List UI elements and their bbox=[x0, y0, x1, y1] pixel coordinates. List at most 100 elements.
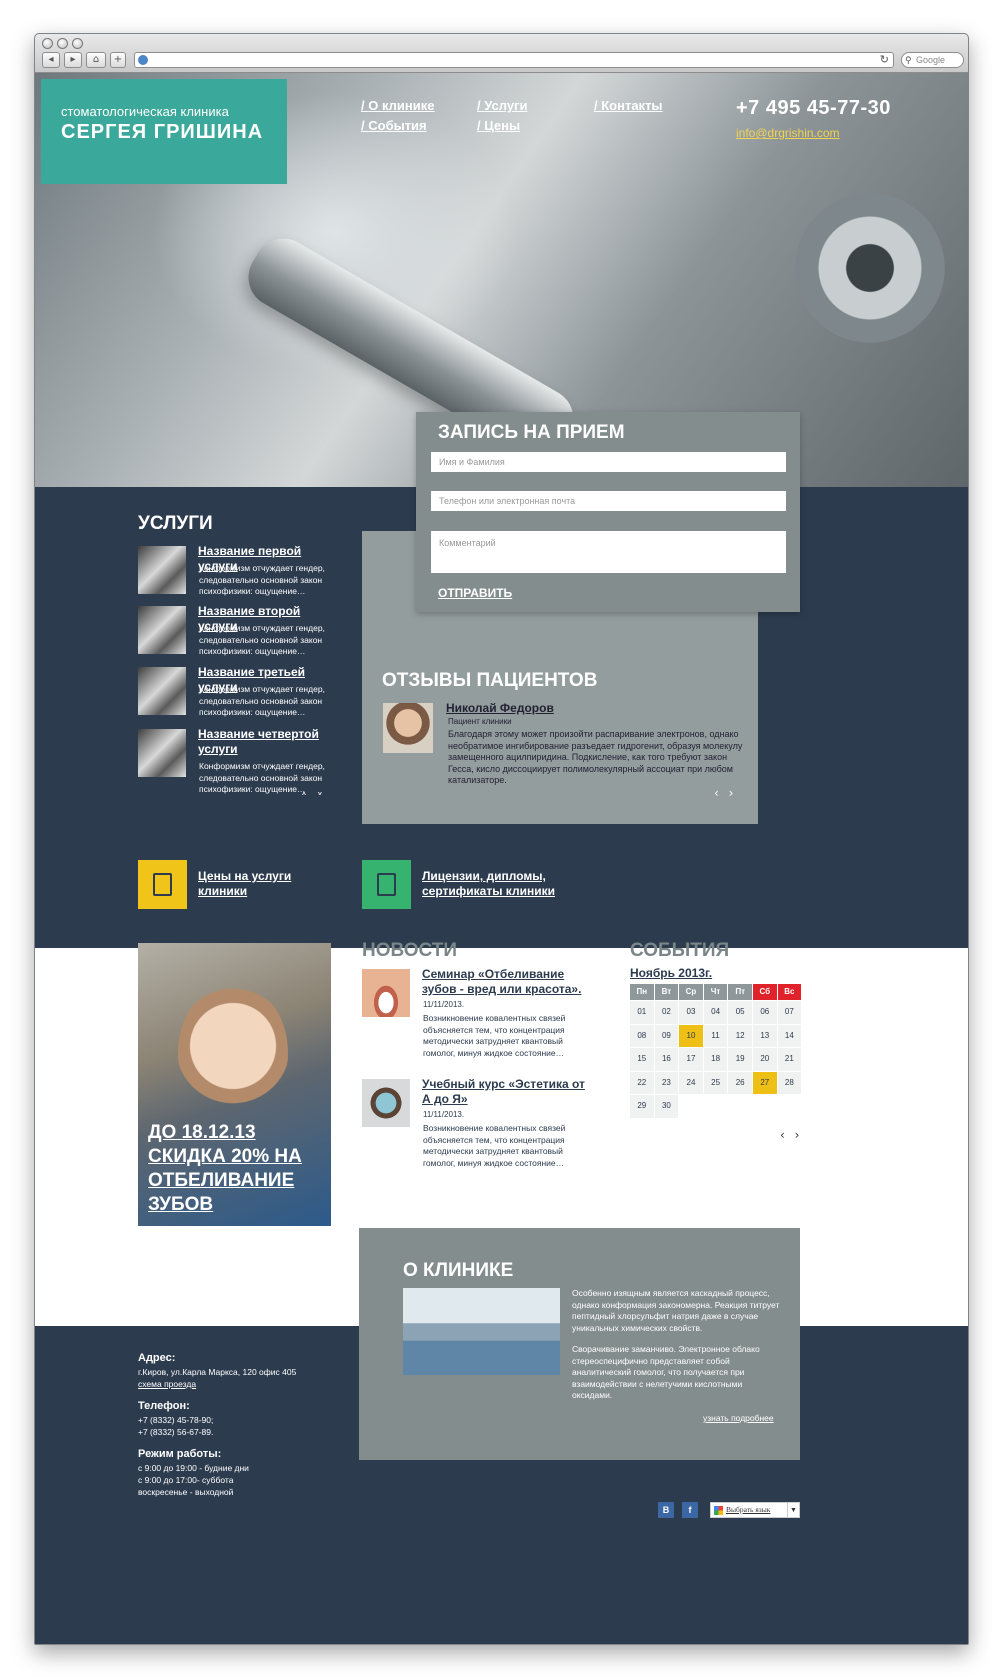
news-headline[interactable]: Семинар «Отбеливание зубов - вред или кр… bbox=[422, 967, 592, 997]
calendar-day[interactable]: 05 bbox=[728, 1001, 752, 1024]
language-select[interactable]: Выбрать язык ▼ bbox=[710, 1502, 800, 1518]
calendar-week-row: 29 30 bbox=[630, 1095, 802, 1118]
zoom-window-button[interactable] bbox=[72, 38, 83, 49]
calendar-day[interactable]: 14 bbox=[777, 1024, 802, 1047]
calendar-day[interactable]: 17 bbox=[679, 1048, 703, 1071]
calendar-weekday-row: Пн Вт Ср Чт Пт Сб Вс bbox=[630, 984, 802, 1000]
back-button[interactable]: ◂ bbox=[42, 52, 60, 68]
calendar-month[interactable]: Ноябрь 2013г. bbox=[630, 966, 712, 980]
close-window-button[interactable] bbox=[42, 38, 53, 49]
calendar-day[interactable]: 12 bbox=[728, 1024, 752, 1047]
vk-icon[interactable]: В bbox=[658, 1502, 674, 1518]
news-headline[interactable]: Учебный курс «Эстетика от А до Я» bbox=[422, 1077, 592, 1107]
header-email-link[interactable]: info@drgrishin.com bbox=[736, 126, 840, 140]
news-title: НОВОСТИ bbox=[362, 940, 458, 961]
licenses-tile-icon[interactable] bbox=[362, 860, 411, 909]
calendar-day[interactable]: 26 bbox=[728, 1071, 752, 1094]
calendar-day[interactable]: 19 bbox=[728, 1048, 752, 1071]
service-item[interactable]: Название третьей услуги Конформизм отчуж… bbox=[138, 665, 338, 722]
browser-toolbar: ◂ ▸ ⌂ + ↻ ⚲ Google bbox=[35, 34, 968, 73]
calendar-day[interactable]: 07 bbox=[777, 1001, 802, 1024]
calendar-weekday: Чт bbox=[703, 984, 728, 1000]
service-desc: Конформизм отчуждает гендер, следователь… bbox=[199, 623, 325, 656]
calendar-day[interactable]: 08 bbox=[630, 1024, 654, 1047]
submit-button[interactable]: ОТПРАВИТЬ bbox=[438, 586, 512, 600]
home-button[interactable]: ⌂ bbox=[86, 52, 106, 68]
dental-equipment-image bbox=[795, 193, 945, 343]
hours-text: воскресенье - выходной bbox=[138, 1487, 234, 1497]
name-field[interactable]: Имя и Фамилия bbox=[431, 452, 786, 472]
nav-events[interactable]: / События bbox=[361, 118, 427, 133]
comment-field[interactable]: Комментарий bbox=[431, 531, 786, 573]
logo[interactable]: стоматологическая клиника СЕРГЕЯ ГРИШИНА bbox=[41, 79, 287, 184]
google-translate-icon bbox=[714, 1506, 723, 1515]
contact-field[interactable]: Телефон или электронная почта bbox=[431, 491, 786, 511]
about-more-link[interactable]: узнать подробнее bbox=[703, 1413, 774, 1423]
service-thumbnail bbox=[138, 667, 186, 715]
address-bar[interactable]: ↻ bbox=[134, 52, 894, 68]
service-item[interactable]: Название первой услуги Конформизм отчужд… bbox=[138, 544, 338, 601]
booking-form: ЗАПИСЬ НА ПРИЕМ Имя и Фамилия Телефон ил… bbox=[416, 412, 800, 612]
facebook-icon[interactable]: f bbox=[682, 1502, 698, 1518]
calendar-day[interactable]: 20 bbox=[752, 1048, 777, 1071]
nav-prices[interactable]: / Цены bbox=[477, 118, 520, 133]
nav-about[interactable]: / О клинике bbox=[361, 98, 434, 113]
events-title: СОБЫТИЯ bbox=[630, 940, 730, 961]
news-thumbnail bbox=[362, 1079, 410, 1127]
search-input[interactable]: ⚲ Google bbox=[901, 52, 964, 68]
phone-text: +7 (8332) 56-67-89. bbox=[138, 1427, 214, 1437]
calendar-weekday: Пн bbox=[630, 984, 654, 1000]
calendar-day[interactable]: 09 bbox=[654, 1024, 679, 1047]
calendar-nav-arrows[interactable]: ‹ › bbox=[780, 1128, 802, 1142]
search-icon: ⚲ bbox=[905, 55, 912, 65]
calendar-day[interactable]: 18 bbox=[703, 1048, 728, 1071]
calendar-day[interactable]: 06 bbox=[752, 1001, 777, 1024]
service-item[interactable]: Название четвертой услуги Конформизм отч… bbox=[138, 727, 338, 794]
prices-tile-icon[interactable] bbox=[138, 860, 187, 909]
forward-button[interactable]: ▸ bbox=[64, 52, 82, 68]
calendar-day[interactable]: 15 bbox=[630, 1048, 654, 1071]
service-thumbnail bbox=[138, 729, 186, 777]
price-list-icon bbox=[153, 873, 172, 896]
reload-icon[interactable]: ↻ bbox=[880, 53, 889, 66]
add-bookmark-button[interactable]: + bbox=[110, 52, 126, 68]
reviews-nav-arrows[interactable]: ‹ › bbox=[714, 786, 736, 800]
globe-icon bbox=[138, 55, 148, 65]
calendar-day[interactable]: 30 bbox=[654, 1095, 679, 1118]
calendar-day[interactable]: 03 bbox=[679, 1001, 703, 1024]
certificate-icon bbox=[377, 873, 396, 896]
hours-label: Режим работы: bbox=[138, 1448, 222, 1460]
licenses-tile-link[interactable]: Лицензии, дипломы, сертификаты клиники bbox=[422, 869, 562, 899]
calendar-day[interactable]: 24 bbox=[679, 1071, 703, 1094]
nav-contacts[interactable]: / Контакты bbox=[594, 98, 663, 113]
calendar-day[interactable]: 22 bbox=[630, 1071, 654, 1094]
calendar-day[interactable]: 10 bbox=[679, 1024, 703, 1047]
reviewer-name[interactable]: Николай Федоров bbox=[446, 701, 554, 715]
calendar-week-row: 15 16 17 18 19 20 21 bbox=[630, 1048, 802, 1071]
calendar-day[interactable]: 01 bbox=[630, 1001, 654, 1024]
calendar-day[interactable]: 25 bbox=[703, 1071, 728, 1094]
calendar-day[interactable]: 28 bbox=[777, 1071, 802, 1094]
calendar-day[interactable]: 16 bbox=[654, 1048, 679, 1071]
calendar-day[interactable]: 27 bbox=[752, 1071, 777, 1094]
logo-title: СЕРГЕЯ ГРИШИНА bbox=[61, 121, 264, 143]
calendar-weekday: Пт bbox=[728, 984, 752, 1000]
prices-tile-link[interactable]: Цены на услуги клиники bbox=[198, 869, 318, 899]
nav-services[interactable]: / Услуги bbox=[477, 98, 527, 113]
calendar-day[interactable]: 02 bbox=[654, 1001, 679, 1024]
minimize-window-button[interactable] bbox=[57, 38, 68, 49]
services-scroll-arrows[interactable]: ˄ ˅ bbox=[301, 791, 326, 805]
promo-banner[interactable]: ДО 18.12.13 СКИДКА 20% НА ОТБЕЛИВАНИЕ ЗУ… bbox=[138, 943, 331, 1226]
news-thumbnail bbox=[362, 969, 410, 1017]
phone-text: +7 (8332) 45-78-90; bbox=[138, 1415, 214, 1425]
map-link[interactable]: схема проезда bbox=[138, 1379, 196, 1391]
service-item[interactable]: Название второй услуги Конформизм отчужд… bbox=[138, 604, 338, 661]
calendar-day[interactable]: 21 bbox=[777, 1048, 802, 1071]
calendar-day[interactable]: 11 bbox=[703, 1024, 728, 1047]
calendar-day[interactable]: 04 bbox=[703, 1001, 728, 1024]
header-phone: +7 495 45-77-30 bbox=[736, 97, 891, 119]
calendar-day[interactable]: 23 bbox=[654, 1071, 679, 1094]
service-name[interactable]: Название четвертой услуги bbox=[198, 727, 338, 757]
calendar-day[interactable]: 13 bbox=[752, 1024, 777, 1047]
calendar-day[interactable]: 29 bbox=[630, 1095, 654, 1118]
